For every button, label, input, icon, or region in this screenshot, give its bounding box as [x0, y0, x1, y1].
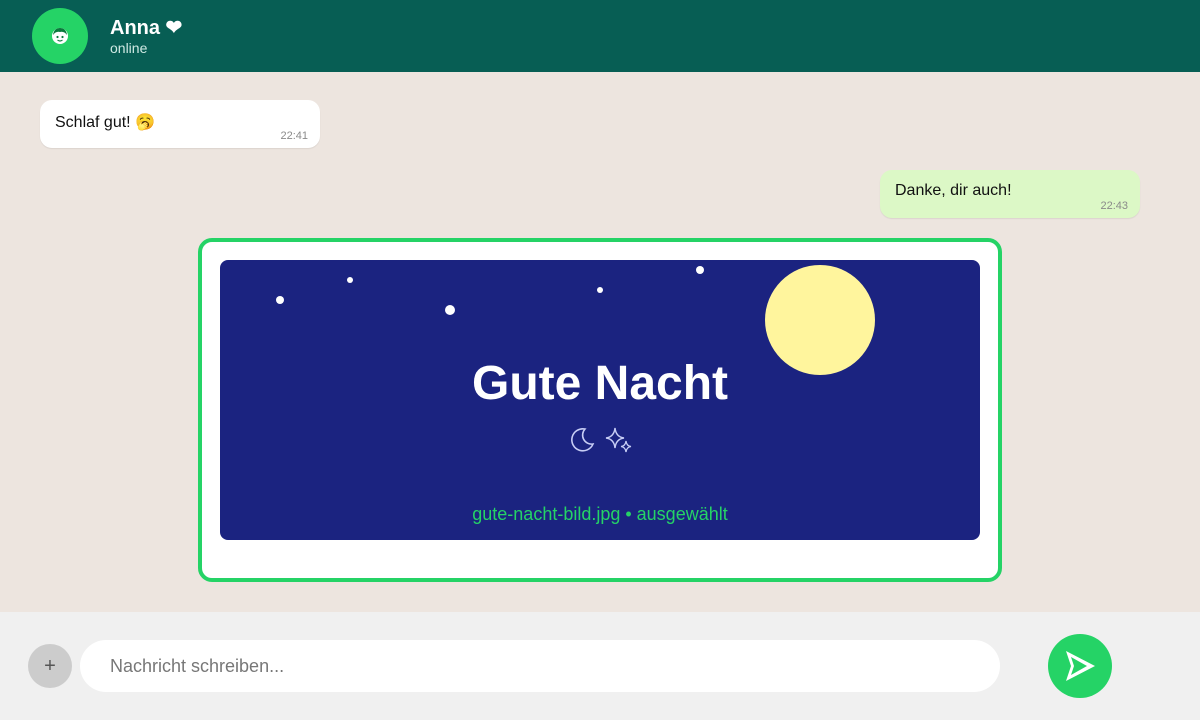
good-night-image[interactable]: Gute Nacht gute-nacht-bild.jpg • ausgewä…	[220, 260, 980, 540]
sparkles-icon	[605, 427, 632, 453]
send-icon	[1066, 651, 1095, 681]
contact-name[interactable]: Anna ❤	[110, 15, 182, 40]
contact-status: online	[110, 40, 148, 56]
girl-face-icon	[52, 28, 68, 44]
image-emoji-row	[220, 425, 980, 457]
message-text: Danke, dir auch!	[895, 182, 1012, 199]
image-caption: gute-nacht-bild.jpg • ausgewählt	[472, 504, 728, 524]
message-input-bar: +	[0, 612, 1200, 720]
image-title: Gute Nacht	[471, 357, 729, 410]
message-incoming[interactable]: Schlaf gut! 🥱 22:41	[40, 100, 320, 148]
message-text: Schlaf gut! 🥱	[55, 114, 155, 131]
attach-button[interactable]: +	[28, 644, 72, 688]
message-time: 22:41	[280, 130, 308, 142]
chat-header: Anna ❤ online	[0, 0, 1200, 72]
message-input[interactable]	[80, 640, 1000, 692]
message-outgoing[interactable]: Danke, dir auch! 22:43	[880, 170, 1140, 218]
send-button[interactable]	[1048, 634, 1112, 698]
message-time: 22:43	[1100, 200, 1128, 212]
contact-avatar[interactable]	[32, 8, 88, 64]
attachment-preview[interactable]: Gute Nacht gute-nacht-bild.jpg • ausgewä…	[198, 238, 1002, 582]
crescent-moon-icon	[571, 428, 595, 452]
